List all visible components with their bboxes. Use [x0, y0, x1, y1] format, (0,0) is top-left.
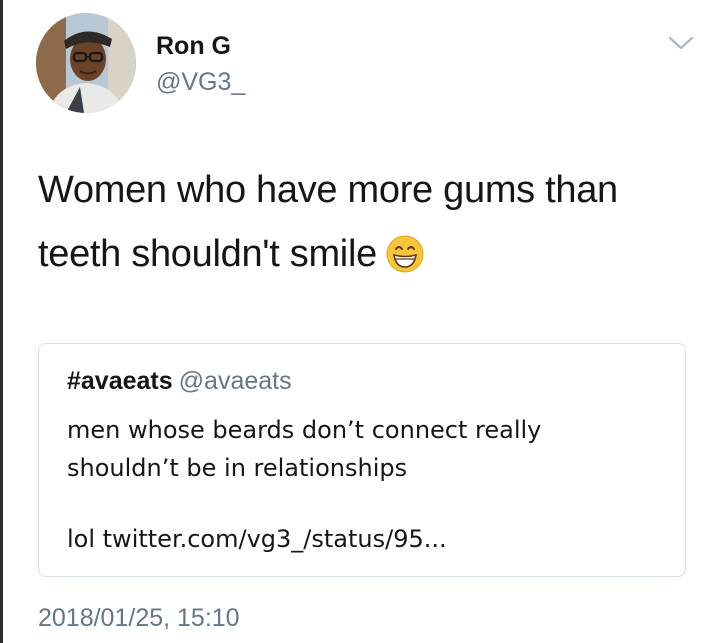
tweet-header: Ron G @VG3_ [36, 13, 696, 117]
quoted-tweet-header: #avaeats @avaeats [67, 366, 292, 396]
tweet-timestamp[interactable]: 2018/01/25, 15:10 [38, 603, 240, 633]
quoted-tweet-card[interactable]: #avaeats @avaeats men whose beards don’t … [38, 343, 686, 577]
tweet-card: Ron G @VG3_ Women who have more gums tha… [3, 0, 717, 643]
grinning-face-emoji-icon [385, 230, 425, 294]
quoted-author-name[interactable]: #avaeats [67, 367, 173, 395]
quoted-tweet-text: men whose beards don’t connect really sh… [67, 411, 667, 487]
avatar[interactable] [36, 13, 136, 113]
avatar-photo-icon [36, 13, 136, 113]
tweet-menu-button[interactable] [666, 33, 696, 53]
quoted-author-handle[interactable]: @avaeats [179, 367, 292, 395]
author-display-name[interactable]: Ron G [156, 31, 245, 61]
chevron-down-icon [668, 36, 694, 50]
quoted-text-line: shouldn’t be in relationships [67, 454, 408, 482]
user-info[interactable]: Ron G @VG3_ [156, 31, 245, 97]
quoted-text-line: men whose beards don’t connect really [67, 416, 542, 444]
tweet-text-line: teeth shouldn't smile [38, 222, 698, 294]
tweet-text-line: Women who have more gums than [38, 169, 618, 211]
tweet-text-line-content: teeth shouldn't smile [38, 233, 377, 275]
quoted-tweet-link[interactable]: lol twitter.com/vg3_/status/95... [67, 523, 447, 555]
author-handle[interactable]: @VG3_ [156, 67, 245, 97]
tweet-text: Women who have more gums than teeth shou… [38, 158, 698, 294]
